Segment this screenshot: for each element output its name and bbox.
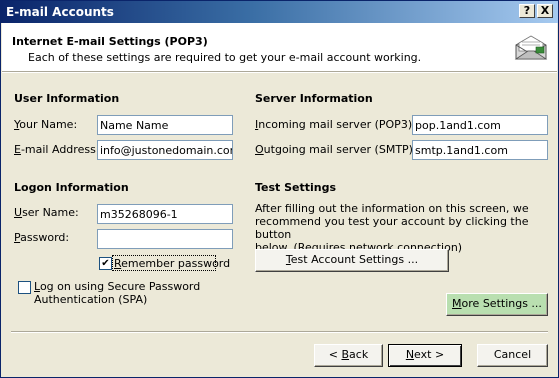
- test-settings-line-2: recommend you test your account by click…: [255, 215, 529, 241]
- more-settings-label: ore Settings ...: [461, 297, 542, 310]
- header-divider: [2, 71, 557, 73]
- email-address-label-text: -mail Address:: [20, 143, 100, 156]
- your-name-label: Your Name:: [14, 118, 77, 131]
- focus-rectangle: [112, 255, 216, 271]
- test-settings-description: After filling out the information on thi…: [255, 202, 558, 254]
- remember-password-label[interactable]: Remember password: [112, 255, 230, 271]
- next-label: ext >: [414, 348, 445, 361]
- password-label: Password:: [14, 231, 69, 244]
- test-account-settings-label: est Account Settings ...: [290, 253, 419, 266]
- outgoing-server-input[interactable]: smtp.1and1.com: [412, 140, 548, 160]
- email-address-label-accesskey: E: [14, 143, 21, 156]
- user-name-input[interactable]: m35268096-1: [97, 204, 233, 224]
- spa-label-line2: Authentication (SPA): [34, 293, 148, 306]
- test-settings-line-1: After filling out the information on thi…: [255, 202, 529, 215]
- test-account-settings-button[interactable]: Test Account Settings ...: [255, 249, 449, 272]
- cancel-button[interactable]: Cancel: [477, 344, 548, 367]
- email-address-label: E-mail Address:: [14, 143, 100, 156]
- incoming-server-label-text: ncoming mail server (POP3):: [258, 118, 416, 131]
- back-label-prefix: <: [328, 348, 342, 361]
- outgoing-server-label-accesskey: O: [255, 143, 264, 156]
- your-name-input[interactable]: Name Name: [97, 115, 233, 135]
- help-button[interactable]: ?: [519, 4, 535, 18]
- check-icon: ✔: [101, 258, 110, 269]
- incoming-server-label: Incoming mail server (POP3):: [255, 118, 416, 131]
- user-name-label: User Name:: [14, 206, 79, 219]
- header-title: Internet E-mail Settings (POP3): [12, 35, 208, 48]
- help-icon: ?: [523, 4, 531, 17]
- close-icon: X: [540, 4, 550, 17]
- outgoing-server-label-text: utgoing mail server (SMTP):: [263, 143, 417, 156]
- window-title: E-mail Accounts: [6, 5, 114, 19]
- spa-label[interactable]: Log on using Secure Password Authenticat…: [34, 280, 200, 306]
- more-settings-accesskey: M: [452, 297, 462, 310]
- remember-password-checkbox[interactable]: ✔: [99, 257, 112, 270]
- user-name-label-text: ser Name:: [22, 206, 79, 219]
- wizard-header: Internet E-mail Settings (POP3) Each of …: [2, 23, 557, 71]
- user-information-heading: User Information: [14, 92, 120, 105]
- user-name-label-accesskey: U: [14, 206, 23, 219]
- back-label: ack: [349, 348, 369, 361]
- password-input[interactable]: [97, 229, 233, 249]
- incoming-server-input[interactable]: pop.1and1.com: [412, 115, 548, 135]
- outgoing-server-label: Outgoing mail server (SMTP):: [255, 143, 417, 156]
- logon-information-heading: Logon Information: [14, 181, 129, 194]
- your-name-label-text: our Name:: [19, 118, 78, 131]
- title-bar: E-mail Accounts ? X: [1, 1, 558, 23]
- close-button[interactable]: X: [537, 4, 553, 18]
- footer-divider: [11, 331, 548, 333]
- back-accesskey: B: [341, 348, 350, 361]
- spa-label-line1: og on using Secure Password: [39, 280, 201, 293]
- email-address-input[interactable]: info@justonedomain.com: [97, 140, 233, 160]
- next-accesskey: N: [405, 348, 415, 361]
- mail-envelope-icon: [514, 35, 548, 60]
- more-settings-button[interactable]: More Settings ...: [446, 293, 548, 316]
- server-information-heading: Server Information: [255, 92, 373, 105]
- back-button[interactable]: < Back: [314, 344, 383, 367]
- next-button[interactable]: Next >: [388, 344, 462, 367]
- test-settings-heading: Test Settings: [255, 181, 337, 194]
- password-label-text: assword:: [20, 231, 70, 244]
- spa-checkbox[interactable]: [18, 281, 31, 294]
- header-description: Each of these settings are required to g…: [28, 51, 422, 64]
- email-accounts-window: E-mail Accounts ? X Internet E-mail Sett…: [0, 0, 559, 378]
